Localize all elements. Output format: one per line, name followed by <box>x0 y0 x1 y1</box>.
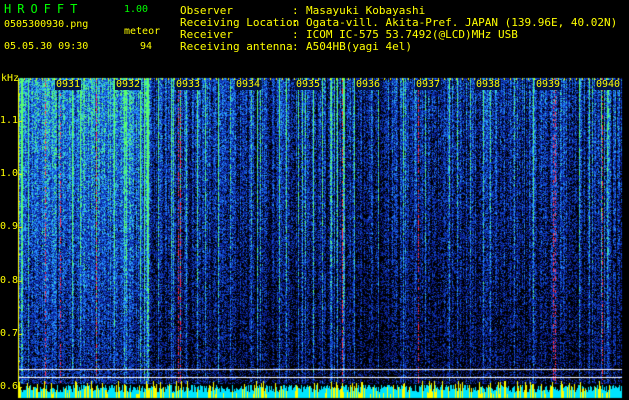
info-value-antenna: A504HB(yagi 4el) <box>306 40 412 53</box>
datetime-label: 05.05.30 09:30 <box>4 41 89 52</box>
filename-label: 0505300930.png <box>4 19 89 30</box>
counter-label: meteor <box>124 26 161 37</box>
info-label-antenna: Receiving antenna <box>180 40 293 53</box>
y-tick-label: 0.9 <box>0 221 19 233</box>
y-tick-label: 0.8 <box>0 274 19 286</box>
x-tick-label: 0939 <box>534 79 562 90</box>
y-tick-label: 1.0 <box>0 168 19 179</box>
app-version: 1.00 <box>124 4 149 15</box>
spectrogram-display <box>0 0 629 400</box>
x-tick-label: 0940 <box>594 79 622 90</box>
x-tick-label: 0937 <box>414 79 442 90</box>
x-tick-label: 0932 <box>114 79 142 90</box>
x-tick-label: 0931 <box>54 79 82 90</box>
y-tick-label: 0.7 <box>0 328 19 339</box>
y-axis-unit: kHz <box>1 73 20 84</box>
counter-value: 94 <box>140 41 153 52</box>
app-logo: HROFFT <box>4 2 84 16</box>
x-tick-label: 0935 <box>294 79 322 90</box>
x-tick-label: 0938 <box>474 79 502 90</box>
y-tick-label: 1.1 <box>0 114 19 126</box>
info-sep: : <box>292 40 299 53</box>
x-tick-label: 0933 <box>174 79 202 90</box>
x-tick-label: 0934 <box>234 79 262 90</box>
y-tick-label: 0.6 <box>0 381 19 393</box>
x-tick-label: 0936 <box>354 79 382 90</box>
